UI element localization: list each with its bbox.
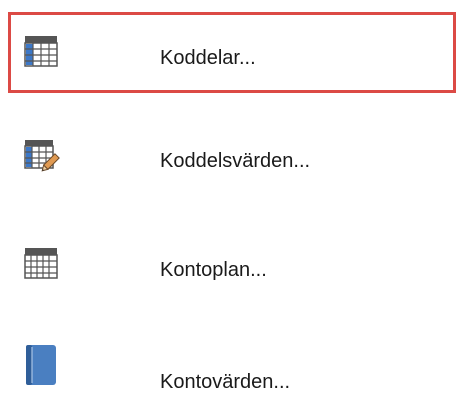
table-icon xyxy=(24,247,58,279)
menu-item-kontovarden[interactable]: Kontovärden... xyxy=(0,330,464,403)
menu-item-label: Kontoplan... xyxy=(160,259,267,281)
table-icon xyxy=(24,35,58,67)
book-icon xyxy=(24,343,58,385)
menu-item-label: Koddelsvärden... xyxy=(160,150,311,172)
menu-item-label: Kontovärden... xyxy=(160,371,291,393)
menu-item-koddelar[interactable]: Koddelar... xyxy=(0,5,464,95)
table-edit-icon xyxy=(24,139,60,172)
menu-item-kontoplan[interactable]: Kontoplan... xyxy=(0,222,464,312)
menu-item-label: Koddelar... xyxy=(160,47,256,69)
menu-item-koddelsvarden[interactable]: Koddelsvärden... xyxy=(0,113,464,203)
menu-list: Koddelar... Koddelsvärden... Kontoplan..… xyxy=(0,0,464,403)
